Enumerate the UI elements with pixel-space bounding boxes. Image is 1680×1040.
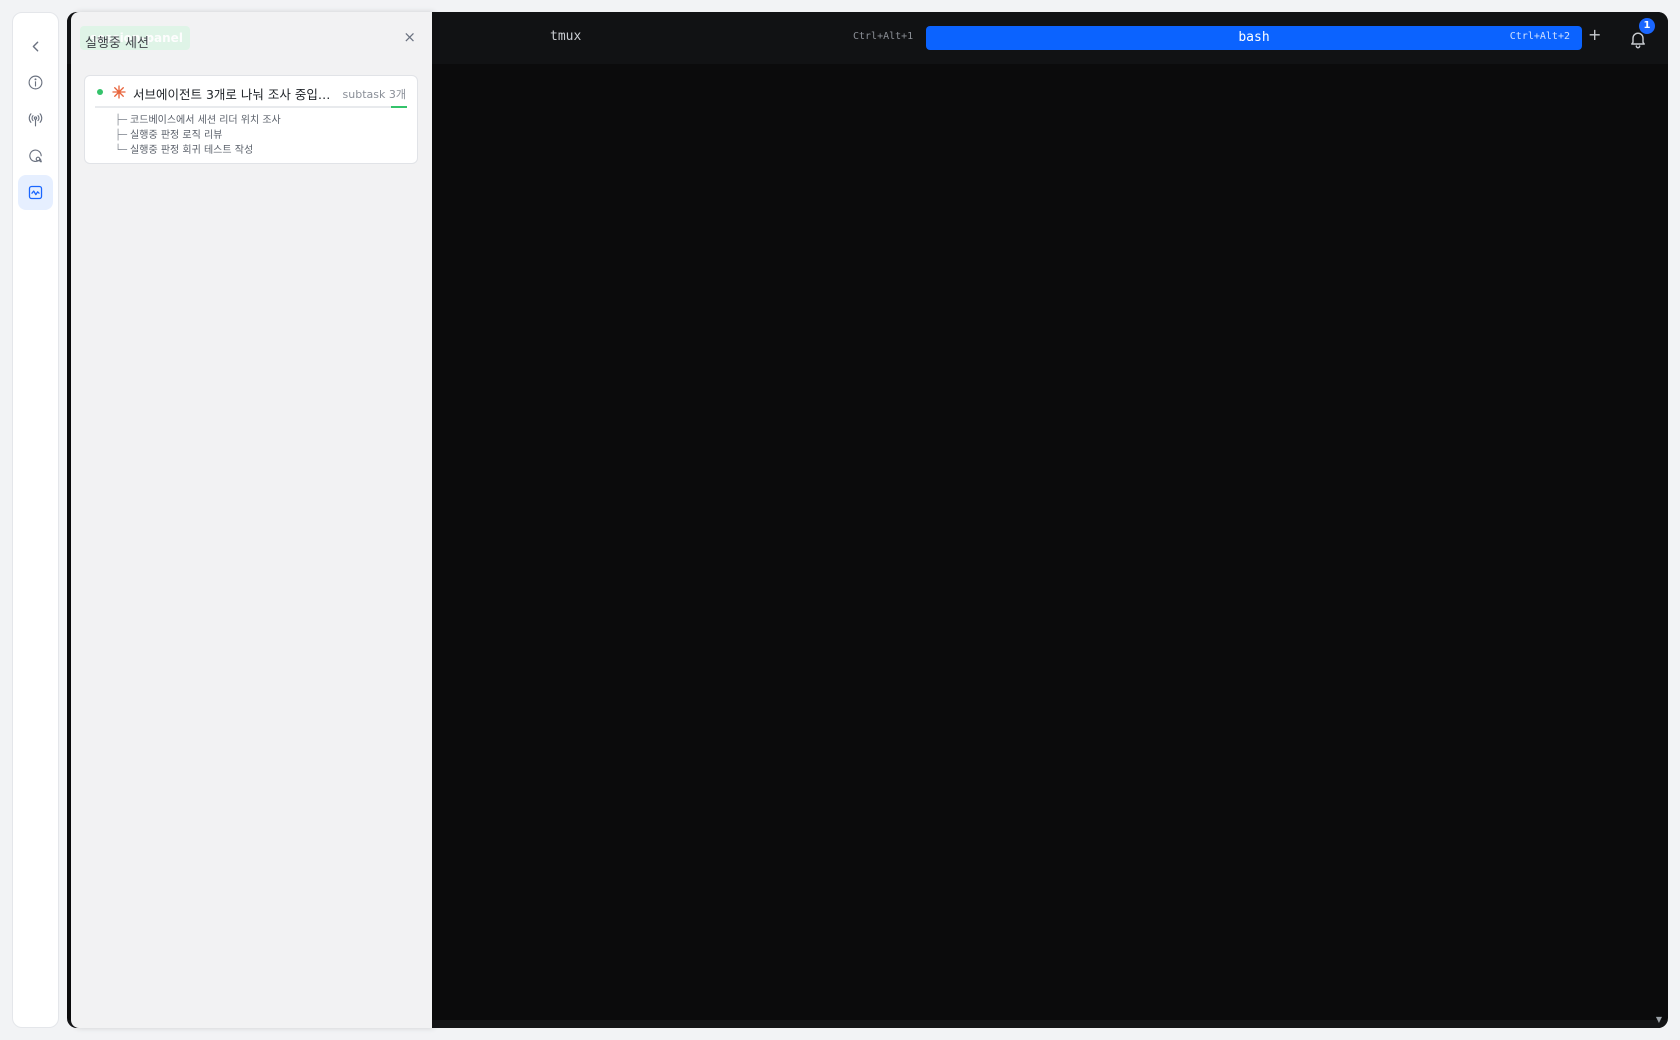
subtask-item: ├─ 실행중 판정 로직 리뷰 <box>115 126 222 141</box>
spark-icon <box>112 85 126 99</box>
tab-tmux[interactable]: tmux <box>550 29 581 44</box>
status-dot <box>97 89 103 95</box>
subtask-count: subtask 3개 <box>342 88 406 101</box>
session-card[interactable]: 서브에이전트 3개로 나눠 조사 중입니다 subtask 3개 ├─ 코드베이스… <box>84 75 418 164</box>
antenna-icon <box>28 113 43 127</box>
session-title: 서브에이전트 3개로 나눠 조사 중입니다 <box>133 87 339 102</box>
tab-tmux-shortcut: Ctrl+Alt+1 <box>853 31 914 42</box>
subtask-item: └─ 실행중 판정 회귀 테스트 작성 <box>115 141 253 156</box>
tree-branch: └─ <box>115 145 128 156</box>
tab-bash-shortcut: Ctrl+Alt+2 <box>1509 31 1570 42</box>
notification-badge: 1 <box>1639 18 1655 34</box>
subtask-label: 코드베이스에서 세션 리더 위치 조사 <box>130 115 281 126</box>
info-button[interactable] <box>18 65 53 100</box>
close-panel-button[interactable]: × <box>403 28 416 46</box>
info-icon <box>28 75 43 90</box>
scroll-down-icon[interactable]: ▼ <box>1656 1015 1662 1024</box>
sidebar-rail <box>12 12 59 1028</box>
activity-button[interactable] <box>18 175 53 210</box>
tab-bash-label: bash <box>1238 30 1270 45</box>
chat-search-button[interactable] <box>18 139 53 174</box>
session-panel: session-panel 실행중 세션 × 서브에이전트 3개로 나눠 조사 … <box>71 12 432 1028</box>
subtask-label: 실행중 판정 회귀 테스트 작성 <box>130 145 254 156</box>
subtask-item: ├─ 코드베이스에서 세션 리더 위치 조사 <box>115 111 281 126</box>
tree-branch: ├─ <box>115 130 128 141</box>
subtask-label: 실행중 판정 로직 리뷰 <box>130 130 223 141</box>
broadcast-button[interactable] <box>18 102 53 137</box>
panel-title: 실행중 세션 <box>85 36 149 51</box>
chat-search-icon <box>29 149 43 163</box>
collapse-sidebar-button[interactable] <box>18 29 53 64</box>
tree-branch: ├─ <box>115 115 128 126</box>
add-tab-button[interactable]: + <box>1588 25 1601 44</box>
tab-bash[interactable]: bash Ctrl+Alt+2 <box>926 26 1582 50</box>
chevron-left-icon <box>32 41 39 52</box>
session-progress-fill <box>391 106 407 108</box>
activity-icon <box>28 185 43 200</box>
session-progress <box>95 106 407 108</box>
